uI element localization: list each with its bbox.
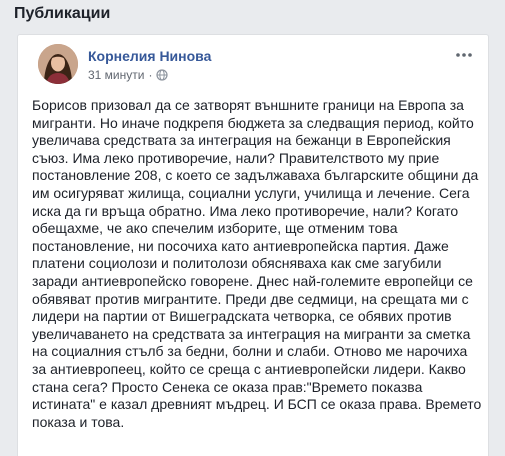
avatar-image bbox=[38, 44, 78, 84]
post-body-text: Борисов призовал да се затворят външните… bbox=[32, 97, 482, 430]
globe-icon[interactable] bbox=[156, 69, 169, 81]
post-timestamp[interactable]: 31 минути bbox=[88, 68, 144, 82]
more-options-icon bbox=[456, 53, 472, 57]
author-avatar[interactable] bbox=[38, 44, 78, 84]
author-name-link[interactable]: Корнелия Нинова bbox=[88, 48, 211, 64]
meta-separator: · bbox=[148, 68, 153, 82]
section-title: Публикации bbox=[14, 5, 111, 22]
post-card: Корнелия Нинова 31 минути · Борисов приз… bbox=[17, 34, 489, 456]
more-options-button[interactable] bbox=[452, 47, 476, 63]
post-meta: 31 минути · bbox=[88, 68, 169, 82]
page: Публикации Корнелия Нинова 31 минути · Б… bbox=[0, 0, 505, 456]
